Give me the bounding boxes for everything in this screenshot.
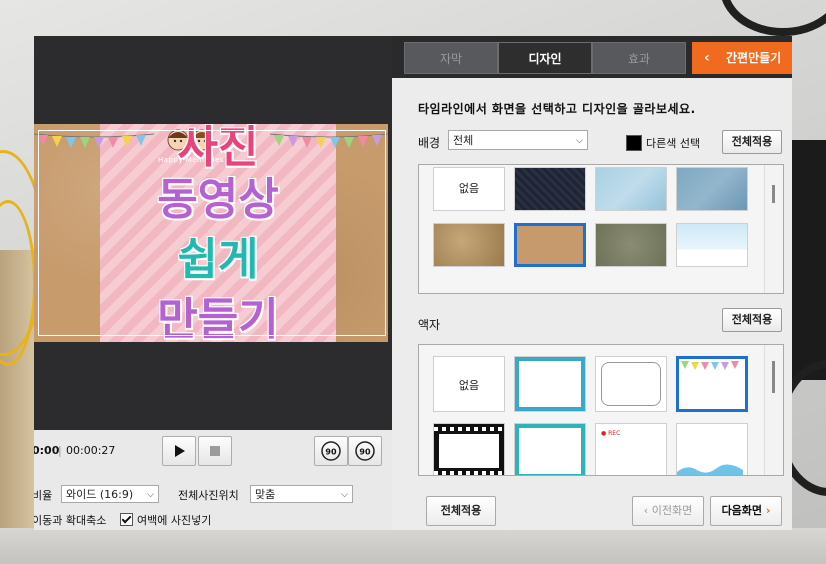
play-button[interactable]	[162, 436, 196, 466]
total-time: 00:00:27	[66, 444, 116, 457]
forward-90-button[interactable]: 90	[348, 436, 382, 466]
ratio-value: 와이드 (16:9)	[66, 488, 134, 501]
frame-rec[interactable]: ● REC	[595, 423, 667, 475]
ratio-label: 비율	[34, 489, 53, 502]
frame-none[interactable]: 없음	[433, 356, 505, 412]
ratio-select[interactable]: 와이드 (16:9) ⌵	[61, 485, 159, 503]
rewind-90-button[interactable]: 90	[314, 436, 348, 466]
tab-subtitle[interactable]: 자막	[404, 42, 498, 74]
preview-panel: Happy Memories 사진 동영상 쉽게 만들기 0:00 | 00:0…	[34, 36, 392, 530]
transport-bar: 0:00 | 00:00:27 90 90	[34, 430, 392, 476]
frame-teal-border[interactable]	[514, 423, 586, 475]
frame-apply-all-button[interactable]: 전체적용	[722, 308, 782, 332]
next-screen-label: 다음화면	[721, 504, 763, 517]
frame-none-label: 없음	[458, 379, 480, 392]
background-sky-clouds[interactable]	[676, 223, 748, 267]
position-label: 전체사진위치	[178, 489, 239, 502]
background-grid: 없음	[418, 164, 784, 294]
fill-margin-checkbox[interactable]	[120, 513, 133, 526]
other-color-label[interactable]: 다른색 선택	[646, 135, 700, 151]
chevron-left-icon: ‹	[704, 50, 710, 66]
prev-screen-button[interactable]: ‹ 이전화면	[632, 496, 704, 526]
background-aged-paper[interactable]	[433, 223, 505, 267]
instruction-text: 타임라인에서 화면을 선택하고 디자인을 골라보세요.	[418, 102, 696, 116]
tab-effect[interactable]: 효과	[592, 42, 686, 74]
rewind-icon: 90	[321, 441, 341, 461]
chevron-down-icon: ⌵	[341, 490, 348, 500]
chevron-left-icon: ‹	[643, 504, 652, 517]
photo-selection-box[interactable]	[38, 130, 386, 336]
frame-bunting[interactable]	[676, 356, 748, 412]
apply-all-button[interactable]: 전체적용	[426, 496, 496, 526]
frame-grid: 없음 ● REC	[418, 344, 784, 476]
background-light-blue[interactable]	[595, 167, 667, 211]
next-screen-button[interactable]: 다음화면 ›	[710, 496, 782, 526]
settings-panel: 비율 와이드 (16:9) ⌵ 전체사진위치 맞춤 ⌵ 이동과 확대축소 여백에…	[34, 476, 392, 530]
background-none-label: 없음	[458, 182, 480, 195]
stop-button[interactable]	[198, 436, 232, 466]
background-scrollbar[interactable]	[764, 165, 783, 293]
app-window: Happy Memories 사진 동영상 쉽게 만들기 0:00 | 00:0…	[34, 36, 792, 530]
desk	[0, 528, 826, 564]
scroll-thumb[interactable]	[772, 361, 775, 393]
frame-scrollbar[interactable]	[764, 345, 783, 475]
current-time: 0:00	[34, 444, 60, 457]
time-separator: |	[58, 444, 62, 457]
easy-make-button[interactable]: ‹ 간편만들기	[692, 42, 792, 74]
background-navy-texture[interactable]	[514, 167, 586, 211]
design-panel: 자막 디자인 효과 ‹ 간편만들기 타임라인에서 화면을 선택하고 디자인을 골…	[392, 36, 792, 530]
background-steel-blue[interactable]	[676, 167, 748, 211]
background-filter-select[interactable]: 전체 ⌵	[448, 130, 588, 150]
color-swatch[interactable]	[626, 135, 642, 151]
chevron-down-icon: ⌵	[576, 136, 583, 146]
background-kraft[interactable]	[514, 223, 586, 267]
easy-make-label: 간편만들기	[726, 51, 782, 65]
background-filter-value: 전체	[453, 134, 474, 147]
position-value: 맞춤	[255, 488, 276, 501]
background-label: 배경	[418, 136, 441, 150]
chevron-down-icon: ⌵	[147, 490, 154, 500]
scroll-thumb[interactable]	[772, 185, 775, 203]
play-icon	[175, 445, 185, 457]
prev-screen-label: 이전화면	[651, 504, 693, 517]
frame-blue-border[interactable]	[514, 356, 586, 412]
tab-bar: 자막 디자인 효과 ‹ 간편만들기	[392, 36, 792, 78]
position-select[interactable]: 맞춤 ⌵	[250, 485, 353, 503]
chevron-right-icon: ›	[762, 504, 771, 517]
frame-label: 액자	[418, 318, 441, 332]
rec-label: ● REC	[601, 430, 621, 437]
frame-film[interactable]	[433, 423, 505, 475]
fill-margin-label: 여백에 사진넣기	[137, 514, 212, 527]
forward-icon: 90	[355, 441, 375, 461]
preview-area: Happy Memories 사진 동영상 쉽게 만들기	[34, 36, 392, 430]
background-olive[interactable]	[595, 223, 667, 267]
background-none[interactable]: 없음	[433, 167, 505, 211]
tab-design[interactable]: 디자인	[498, 42, 592, 74]
motion-label: 이동과 확대축소	[34, 514, 107, 527]
stop-icon	[210, 446, 220, 456]
background-apply-all-button[interactable]: 전체적용	[722, 130, 782, 154]
dark-device	[792, 140, 826, 380]
preview-frame[interactable]: Happy Memories 사진 동영상 쉽게 만들기	[34, 124, 388, 342]
frame-rounded[interactable]	[595, 356, 667, 412]
frame-wave[interactable]	[676, 423, 748, 475]
svg-text:90: 90	[359, 448, 371, 457]
svg-text:90: 90	[325, 448, 337, 457]
